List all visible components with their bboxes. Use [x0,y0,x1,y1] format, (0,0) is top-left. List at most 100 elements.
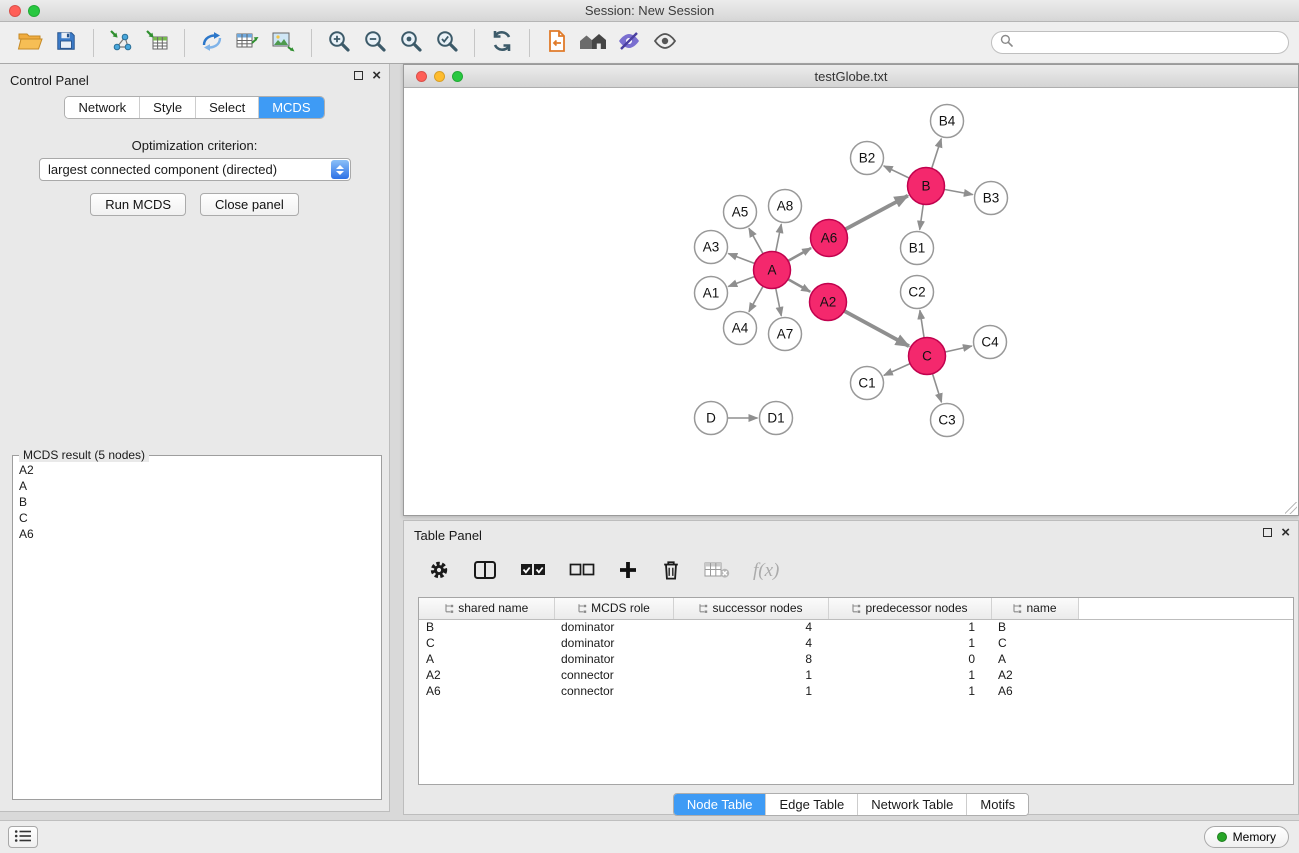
close-window-button[interactable] [9,5,21,17]
result-item-c[interactable]: C [19,510,375,526]
column-header-successor-nodes[interactable]: successor nodes [673,598,828,619]
graph-edge-A-A2[interactable] [788,279,810,292]
tab-network-table[interactable]: Network Table [858,794,967,815]
float-table-panel-icon[interactable] [1263,528,1272,537]
column-header-shared-name[interactable]: shared name [419,598,554,619]
tab-network[interactable]: Network [65,97,140,118]
save-session-button[interactable] [48,26,84,60]
graph-edge-A-A7[interactable] [776,288,782,316]
graph-node-C3[interactable]: C3 [931,404,964,437]
network-window-titlebar[interactable]: testGlobe.txt [404,65,1298,88]
network-zoom-button[interactable] [452,71,463,82]
refresh-button[interactable] [484,26,520,60]
result-item-b[interactable]: B [19,494,375,510]
tab-style[interactable]: Style [140,97,196,118]
result-item-a6[interactable]: A6 [19,526,375,542]
column-header-predecessor-nodes[interactable]: predecessor nodes [828,598,991,619]
table-row-c[interactable]: Cdominator41C [419,635,1293,651]
show-graphics-button[interactable] [647,26,683,60]
export-table-button[interactable] [230,26,266,60]
graph-node-A3[interactable]: A3 [695,231,728,264]
tab-motifs[interactable]: Motifs [967,794,1028,815]
run-mcds-button[interactable]: Run MCDS [90,193,186,216]
open-session-button[interactable] [12,26,48,60]
graph-edge-B-B1[interactable] [920,204,924,229]
memory-button[interactable]: Memory [1204,826,1289,848]
graph-edge-A6-B[interactable] [845,196,908,230]
import-table-button[interactable] [139,26,175,60]
graph-node-A[interactable]: A [754,252,791,289]
graph-edge-B-B4[interactable] [932,139,942,169]
import-network-button[interactable] [103,26,139,60]
open-document-button[interactable] [539,26,575,60]
graph-node-A8[interactable]: A8 [769,190,802,223]
close-panel-button[interactable]: Close panel [200,193,299,216]
graph-node-B4[interactable]: B4 [931,105,964,138]
table-row-a2[interactable]: A2connector11A2 [419,667,1293,683]
table-row-b[interactable]: Bdominator41B [419,619,1293,635]
tab-node-table[interactable]: Node Table [674,794,767,815]
graph-node-D[interactable]: D [695,402,728,435]
select-all-button[interactable] [520,560,546,583]
network-minimize-button[interactable] [434,71,445,82]
add-row-button[interactable] [618,560,638,583]
zoom-in-button[interactable] [321,26,357,60]
table-settings-button[interactable] [428,559,450,584]
table-row-a[interactable]: Adominator80A [419,651,1293,667]
graph-edge-A-A8[interactable] [776,224,782,252]
graph-edge-A-A6[interactable] [788,248,811,261]
function-builder-button[interactable]: f(x) [753,560,779,582]
zoom-window-button[interactable] [28,5,40,17]
window-resize-grip[interactable] [1285,502,1297,514]
zoom-out-button[interactable] [357,26,393,60]
graph-node-B3[interactable]: B3 [975,182,1008,215]
graph-node-D1[interactable]: D1 [760,402,793,435]
float-panel-icon[interactable] [354,71,363,80]
criterion-dropdown[interactable]: largest connected component (directed) [39,158,351,181]
table-row-a6[interactable]: A6connector11A6 [419,683,1293,699]
export-network-button[interactable] [194,26,230,60]
search-input[interactable] [1018,36,1280,50]
tab-mcds[interactable]: MCDS [259,97,323,118]
tab-select[interactable]: Select [196,97,259,118]
result-item-a2[interactable]: A2 [19,462,375,478]
graph-node-A6[interactable]: A6 [811,220,848,257]
delete-table-button[interactable] [704,560,730,583]
column-header-name[interactable]: name [991,598,1078,619]
tab-edge-table[interactable]: Edge Table [766,794,858,815]
close-table-panel-icon[interactable]: × [1281,528,1290,537]
graph-node-A5[interactable]: A5 [724,196,757,229]
graph-node-A4[interactable]: A4 [724,312,757,345]
delete-row-button[interactable] [661,559,681,584]
graph-edge-B-B3[interactable] [944,189,973,194]
graph-node-B1[interactable]: B1 [901,232,934,265]
graph-node-A2[interactable]: A2 [810,284,847,321]
close-panel-icon[interactable]: × [372,71,381,80]
graph-edge-A-A4[interactable] [749,286,763,312]
task-history-button[interactable] [8,826,38,848]
graph-node-B[interactable]: B [908,168,945,205]
graph-node-B2[interactable]: B2 [851,142,884,175]
graph-edge-A-A3[interactable] [728,254,754,264]
zoom-selected-button[interactable] [429,26,465,60]
graph-edge-C-C2[interactable] [920,310,924,337]
graph-edge-C-C1[interactable] [884,364,910,376]
graph-edge-B-B2[interactable] [884,166,910,178]
graph-node-C[interactable]: C [909,338,946,375]
zoom-fit-button[interactable] [393,26,429,60]
graph-edge-A-A5[interactable] [749,228,763,254]
graph-node-C4[interactable]: C4 [974,326,1007,359]
graph-edge-A-A1[interactable] [728,277,754,287]
column-header-MCDS-role[interactable]: MCDS role [554,598,673,619]
column-browser-button[interactable] [473,559,497,584]
graph-node-C2[interactable]: C2 [901,276,934,309]
graph-node-A7[interactable]: A7 [769,318,802,351]
graph-edge-C-C4[interactable] [945,346,972,352]
home-button[interactable] [575,26,611,60]
graph-edge-C-C3[interactable] [933,374,942,403]
search-field[interactable] [991,31,1289,54]
hide-graphics-button[interactable] [611,26,647,60]
graph-node-C1[interactable]: C1 [851,367,884,400]
graph-node-A1[interactable]: A1 [695,277,728,310]
network-close-button[interactable] [416,71,427,82]
